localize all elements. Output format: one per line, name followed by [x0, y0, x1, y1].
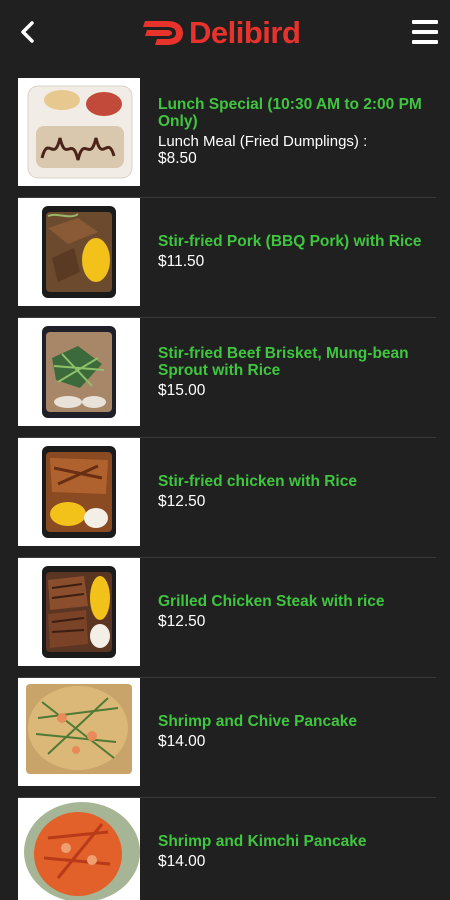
menu-bar: [412, 30, 438, 34]
dumpling-lunch-box-image: [18, 78, 140, 186]
beef-brisket-rice-image: [18, 318, 140, 426]
top-bar: Delibird: [0, 0, 450, 66]
menu-item-price: $14.00: [158, 853, 206, 870]
menu-item-price: $8.50: [158, 150, 197, 167]
menu-item-info: Shrimp and Chive Pancake $14.00: [158, 678, 436, 786]
menu-item-image[interactable]: [18, 438, 140, 546]
menu-item[interactable]: Stir-fried Beef Brisket, Mung-bean Sprou…: [18, 318, 436, 438]
menu-item-info: Shrimp and Kimchi Pancake $14.00: [158, 798, 436, 900]
menu-item-name: Stir-fried Beef Brisket, Mung-bean Sprou…: [158, 344, 409, 379]
menu-item[interactable]: Stir-fried chicken with Rice $12.50: [18, 438, 436, 558]
menu-item-image[interactable]: [18, 198, 140, 306]
menu-item-image[interactable]: [18, 678, 140, 786]
menu-bar: [412, 20, 438, 24]
menu-item-price: $15.00: [158, 381, 206, 399]
menu-item-name: Stir-fried Pork (BBQ Pork) with Rice: [158, 233, 422, 250]
menu-item-description: Lunch Meal (Fried Dumplings) :: [158, 133, 368, 150]
menu-item-list: Lunch Special (10:30 AM to 2:00 PM Only)…: [0, 78, 450, 900]
menu-item-info: Stir-fried Pork (BBQ Pork) with Rice $11…: [158, 198, 436, 306]
menu-item[interactable]: Stir-fried Pork (BBQ Pork) with Rice $11…: [18, 198, 436, 318]
menu-item-info: Stir-fried chicken with Rice $12.50: [158, 438, 436, 546]
menu-item-price: $11.50: [158, 253, 205, 270]
brand-logo[interactable]: Delibird: [143, 15, 301, 51]
back-button[interactable]: [14, 18, 42, 46]
menu-item-info: Grilled Chicken Steak with rice $12.50: [158, 558, 436, 666]
menu-item[interactable]: Grilled Chicken Steak with rice $12.50: [18, 558, 436, 678]
menu-item-price: $12.50: [158, 493, 206, 510]
menu-item-name: Stir-fried chicken with Rice: [158, 473, 357, 490]
bbq-pork-rice-image: [18, 198, 140, 306]
hamburger-menu-button[interactable]: [412, 20, 438, 44]
shrimp-chive-pancake-image: [18, 678, 140, 786]
menu-item-image[interactable]: [18, 558, 140, 666]
stir-fried-chicken-rice-image: [18, 438, 140, 546]
menu-item-name: Lunch Special (10:30 AM to 2:00 PM Only): [158, 96, 422, 130]
menu-item-name: Shrimp and Kimchi Pancake: [158, 833, 367, 850]
menu-bar: [412, 40, 438, 44]
brand-logo-text: Delibird: [189, 15, 301, 50]
menu-item-image[interactable]: [18, 78, 140, 186]
menu-item[interactable]: Lunch Special (10:30 AM to 2:00 PM Only)…: [18, 78, 436, 198]
shrimp-kimchi-pancake-image: [18, 798, 140, 900]
menu-item-price: $14.00: [158, 733, 206, 750]
menu-item-info: Stir-fried Beef Brisket, Mung-bean Sprou…: [158, 318, 436, 426]
menu-item-name: Grilled Chicken Steak with rice: [158, 593, 385, 610]
menu-item[interactable]: Shrimp and Chive Pancake $14.00: [18, 678, 436, 798]
grilled-chicken-steak-image: [18, 558, 140, 666]
menu-item-image[interactable]: [18, 318, 140, 426]
menu-item-name: Shrimp and Chive Pancake: [158, 713, 357, 730]
menu-item-price: $12.50: [158, 613, 206, 630]
back-arrow-icon: [21, 21, 34, 43]
delibird-logo-icon: [143, 21, 183, 45]
menu-item-image[interactable]: [18, 798, 140, 900]
menu-item[interactable]: Shrimp and Kimchi Pancake $14.00: [18, 798, 436, 900]
app-root: Delibird Lunch Special (10:30 AM to 2:00…: [0, 0, 450, 900]
menu-item-info: Lunch Special (10:30 AM to 2:00 PM Only)…: [158, 78, 436, 186]
